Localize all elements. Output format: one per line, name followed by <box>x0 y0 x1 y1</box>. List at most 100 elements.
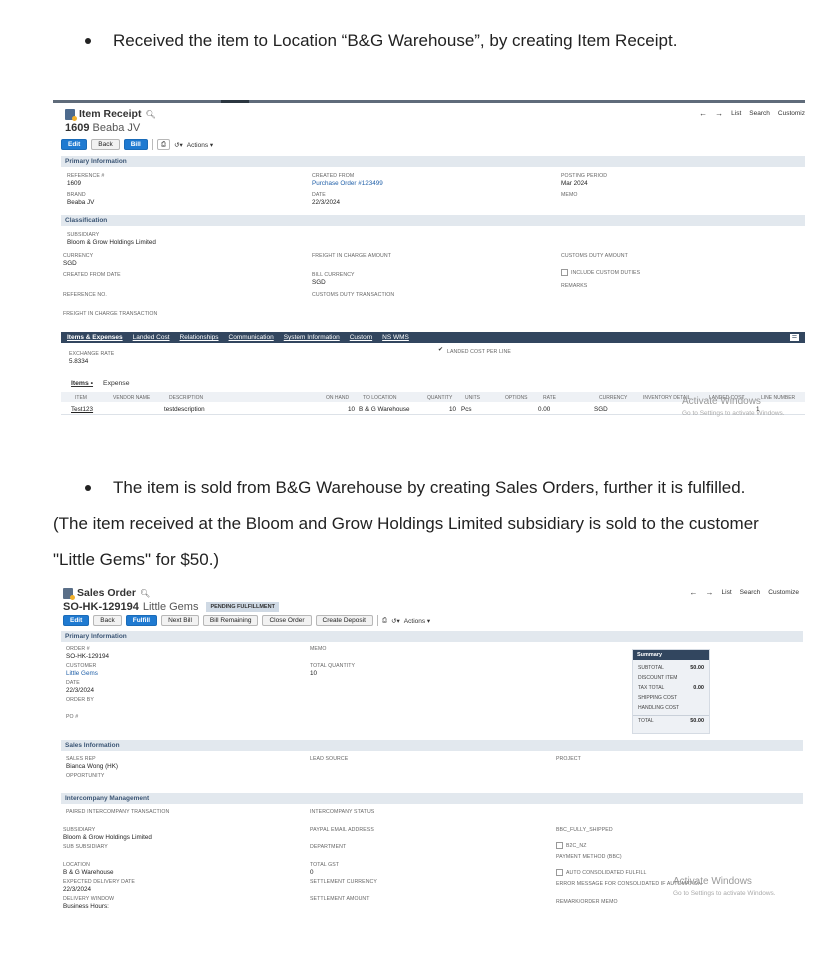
tab-landed-cost[interactable]: Landed Cost <box>133 334 170 341</box>
nav-list-link[interactable]: List <box>731 110 741 117</box>
sales-info-header[interactable]: Sales Information <box>61 740 803 751</box>
field-order-by: ORDER BY <box>66 697 94 703</box>
field-settlement-amount: SETTLEMENT AMOUNT <box>310 896 370 902</box>
field-customs-transaction: CUSTOMS DUTY TRANSACTION <box>312 292 394 298</box>
primary-info-header[interactable]: Primary Information <box>61 156 805 167</box>
field-paired-transaction: PAIRED INTERCOMPANY TRANSACTION <box>66 809 169 815</box>
record-name: SO-HK-129194 Little Gems Pending Fulfill… <box>63 601 279 613</box>
field-label: CREATED FROM <box>312 173 355 179</box>
share-icon[interactable]: ↺▾ <box>391 617 400 625</box>
status-badge: Pending Fulfillment <box>206 602 279 612</box>
field-label: BBC_FULLY_SHIPPED <box>556 827 613 833</box>
tab-ns-wms[interactable]: NS WMS <box>382 334 409 341</box>
arrow-right-icon[interactable]: → <box>706 588 714 597</box>
field-label: PO # <box>66 714 79 720</box>
subtab-expense[interactable]: Expense <box>103 380 129 387</box>
field-memo: MEMO <box>310 646 327 652</box>
field-value: 10 <box>310 670 318 677</box>
field-label: SETTLEMENT AMOUNT <box>310 896 370 902</box>
field-delivery-window: DELIVERY WINDOW Business Hours: <box>63 896 114 910</box>
field-opportunity: OPPORTUNITY <box>66 773 104 779</box>
b2c-nz-checkbox[interactable] <box>556 842 563 849</box>
field-value: Beaba JV <box>67 199 95 206</box>
field-order-number: ORDER # SO-HK-129194 <box>66 646 109 660</box>
created-from-link[interactable]: Purchase Order #123499 <box>312 180 383 187</box>
field-value: 0 <box>310 869 314 876</box>
fulfill-button[interactable]: Fulfill <box>125 615 158 626</box>
customer-link[interactable]: Little Gems <box>66 670 98 677</box>
tab-items-expenses[interactable]: Items & Expenses <box>67 334 123 341</box>
edit-button[interactable]: Edit <box>63 615 90 626</box>
row-rate: 0.00 <box>538 406 551 413</box>
arrow-right-icon[interactable]: → <box>715 109 723 118</box>
search-icon[interactable]: 🔍︎ <box>145 110 155 119</box>
field-subsidiary: SUBSIDIARY Bloom & Grow Holdings Limited <box>67 232 156 246</box>
field-total-gst: TOTAL GST 0 <box>310 862 339 876</box>
classification-header[interactable]: Classification <box>61 215 805 226</box>
actions-menu[interactable]: Actions ▾ <box>187 141 213 149</box>
next-bill-button[interactable]: Next Bill <box>161 615 199 626</box>
field-label: PAYPAL EMAIL ADDRESS <box>310 827 374 833</box>
col-currency: CURRENCY <box>599 395 628 401</box>
print-icon[interactable]: ⎙ <box>382 617 387 625</box>
field-label: BILL CURRENCY <box>312 272 355 278</box>
actions-menu[interactable]: Actions ▾ <box>404 617 430 625</box>
summary-label: SUBTOTAL <box>638 665 664 671</box>
collapse-icon[interactable]: ☰ <box>790 334 799 341</box>
row-item-link[interactable]: Test123 <box>71 406 93 413</box>
intercompany-header[interactable]: Intercompany Management <box>61 793 803 804</box>
field-value: 22/3/2024 <box>63 886 92 893</box>
nav-list-link[interactable]: List <box>722 589 732 596</box>
bill-button[interactable]: Bill <box>123 139 148 150</box>
toolbar: Edit Back Bill ⎙ ↺▾ Actions ▾ <box>61 139 213 150</box>
create-deposit-button[interactable]: Create Deposit <box>315 615 373 626</box>
tab-custom[interactable]: Custom <box>350 334 372 341</box>
doc-bullet-2: The item is sold from B&G Warehouse by c… <box>85 478 745 498</box>
tab-communication[interactable]: Communication <box>229 334 274 341</box>
back-button[interactable]: Back <box>93 615 122 626</box>
field-created-from: CREATED FROM Purchase Order #123499 <box>312 173 383 187</box>
summary-tax: TAX TOTAL 0.00 <box>633 683 709 693</box>
nav-search-link[interactable]: Search <box>749 110 770 117</box>
field-sub-subsidiary: SUB SUBSIDIARY <box>63 844 108 850</box>
summary-box: Summary SUBTOTAL 50.00 DISCOUNT ITEM TAX … <box>632 649 710 734</box>
field-value: Mar 2024 <box>561 180 588 187</box>
row-currency: SGD <box>594 406 608 413</box>
tab-relationships[interactable]: Relationships <box>180 334 219 341</box>
nav-search-link[interactable]: Search <box>740 589 761 596</box>
record-name: 1609 Beaba JV <box>65 122 156 134</box>
field-label: SUBSIDIARY <box>67 232 100 238</box>
col-to-location: TO LOCATION <box>363 395 397 401</box>
close-order-button[interactable]: Close Order <box>262 615 312 626</box>
edit-button[interactable]: Edit <box>61 139 88 150</box>
nav-customize-link[interactable]: Customiz <box>778 110 805 117</box>
share-icon[interactable]: ↺▾ <box>174 141 183 149</box>
col-options: OPTIONS <box>505 395 528 401</box>
landed-cost-checkbox[interactable]: ✔ <box>437 347 444 355</box>
primary-info-header[interactable]: Primary Information <box>61 631 803 642</box>
subtab-bar: Items & Expenses Landed Cost Relationshi… <box>61 332 805 343</box>
subtab-items[interactable]: Items • <box>71 380 93 387</box>
record-subtitle: Little Gems <box>142 601 199 613</box>
search-icon[interactable]: 🔍︎ <box>140 589 150 598</box>
row-quantity: 10 <box>449 406 457 413</box>
back-button[interactable]: Back <box>91 139 120 150</box>
divider <box>376 615 378 626</box>
arrow-left-icon[interactable]: ← <box>699 109 707 118</box>
row-location-link[interactable]: B & G Warehouse <box>359 406 410 413</box>
tab-system-information[interactable]: System Information <box>284 334 340 341</box>
summary-value: 50.00 <box>690 665 704 671</box>
watermark-subtitle: Go to Settings to activate Windows. <box>682 410 785 417</box>
nav-customize-link[interactable]: Customize <box>768 589 799 596</box>
field-label: PAYMENT METHOD (BBC) <box>556 854 622 860</box>
print-icon[interactable]: ⎙ <box>156 139 171 150</box>
field-value: SO-HK-129194 <box>66 653 110 660</box>
arrow-left-icon[interactable]: ← <box>690 588 698 597</box>
include-customs-checkbox[interactable] <box>561 269 568 276</box>
field-intercompany-status: INTERCOMPANY STATUS <box>310 809 374 815</box>
field-label: B2C_NZ <box>566 843 587 850</box>
col-rate: RATE <box>543 395 556 401</box>
bill-remaining-button[interactable]: Bill Remaining <box>202 615 259 626</box>
auto-consolidated-checkbox[interactable] <box>556 869 563 876</box>
receipt-icon <box>65 108 77 121</box>
